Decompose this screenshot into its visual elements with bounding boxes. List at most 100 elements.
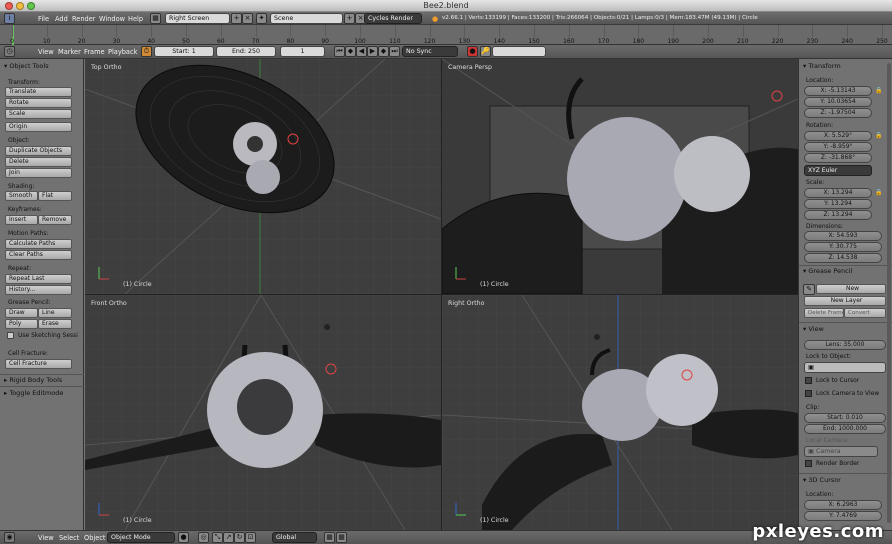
remove-keyframe-button[interactable]: Remove	[38, 215, 72, 225]
duplicate-objects-button[interactable]: Duplicate Objects	[5, 146, 72, 156]
end-frame-field[interactable]: End: 250	[216, 46, 276, 57]
menu-add[interactable]: Add	[55, 15, 68, 23]
scale-manipulator-icon[interactable]: ⊡	[245, 532, 256, 543]
lock-to-cursor-checkbox[interactable]	[805, 377, 812, 384]
rotation-x-field[interactable]: X: 5.529°	[804, 131, 872, 141]
scale-button[interactable]: Scale	[5, 109, 72, 119]
object-tools-header[interactable]: ▾ Object Tools	[4, 62, 49, 70]
pivot-point-icon[interactable]: ◎	[198, 532, 209, 543]
calculate-paths-button[interactable]: Calculate Paths	[5, 239, 72, 249]
grease-pencil-icon[interactable]: ✎	[803, 284, 815, 295]
keying-set-field[interactable]	[492, 46, 546, 57]
location-y-field[interactable]: Y: 10.03654	[804, 97, 872, 107]
delete-frame-button[interactable]: Delete Frame	[804, 308, 844, 318]
timeline-menu-frame[interactable]: Frame	[84, 48, 105, 56]
line-button[interactable]: Line	[38, 308, 72, 318]
rigid-body-tools-header[interactable]: ▸ Rigid Body Tools	[4, 376, 62, 384]
menu-help[interactable]: Help	[128, 15, 143, 23]
scale-z-field[interactable]: Z: 13.294	[804, 210, 872, 220]
cell-fracture-button[interactable]: Cell Fracture	[5, 359, 72, 369]
current-frame-field[interactable]: 1	[280, 46, 325, 57]
rotation-y-field[interactable]: Y: -8.959°	[804, 142, 872, 152]
translate-button[interactable]: Translate	[5, 87, 72, 97]
3d-cursor-panel-header[interactable]: ▾ 3D Cursor	[803, 476, 841, 484]
preview-range-icon[interactable]: ⏱	[141, 46, 152, 57]
clear-paths-button[interactable]: Clear Paths	[5, 250, 72, 260]
lock-object-field[interactable]: ▣	[804, 362, 886, 373]
location-z-field[interactable]: Z: -1.97504	[804, 108, 872, 118]
rotate-button[interactable]: Rotate	[5, 98, 72, 108]
erase-button[interactable]: Erase	[38, 319, 72, 329]
viewport-right-ortho[interactable]: Right Ortho (1) Circle	[442, 295, 798, 530]
manipulator-icon[interactable]: ⤡	[212, 532, 223, 543]
smooth-button[interactable]: Smooth	[5, 191, 38, 201]
timeline-editor-icon[interactable]: ◷	[4, 46, 15, 57]
toggle-editmode-header[interactable]: ▸ Toggle Editmode	[4, 389, 63, 397]
viewport-top-ortho[interactable]: Top Ortho (1) Circle	[85, 59, 441, 294]
timeline-menu-marker[interactable]: Marker	[58, 48, 81, 56]
rotation-mode-select[interactable]: XYZ Euler	[804, 165, 872, 176]
lock-camera-checkbox[interactable]	[805, 390, 812, 397]
record-icon[interactable]: ●	[467, 46, 478, 57]
screen-layout-field[interactable]: Right Screen	[165, 13, 230, 24]
repeat-last-button[interactable]: Repeat Last	[5, 274, 72, 284]
render-border-checkbox[interactable]	[805, 460, 812, 467]
render-engine-select[interactable]: Cycles Render	[364, 13, 422, 24]
jump-end-icon[interactable]: ⏭	[389, 46, 400, 57]
use-sketching-checkbox[interactable]	[7, 332, 14, 339]
scale-x-field[interactable]: X: 13.294	[804, 188, 872, 198]
next-keyframe-icon[interactable]: ◆	[378, 46, 389, 57]
prev-keyframe-icon[interactable]: ◆	[345, 46, 356, 57]
flat-button[interactable]: Flat	[38, 191, 72, 201]
dimension-y-field[interactable]: Y: 30.775	[804, 242, 882, 252]
rotate-manipulator-icon[interactable]: ↻	[234, 532, 245, 543]
sync-mode-select[interactable]: No Sync	[402, 46, 458, 57]
local-camera-field[interactable]: ▣ Camera	[804, 446, 878, 457]
lens-field[interactable]: Lens: 35.000	[804, 340, 886, 350]
add-scene-icon[interactable]: +	[344, 13, 355, 24]
play-icon[interactable]: ▶	[367, 46, 378, 57]
viewport-front-ortho[interactable]: Front Ortho (1) Circle	[85, 295, 441, 530]
info-editor-icon[interactable]: i	[4, 13, 15, 24]
start-frame-field[interactable]: Start: 1	[154, 46, 214, 57]
transform-orientation-select[interactable]: Global	[272, 532, 317, 543]
draw-button[interactable]: Draw	[5, 308, 38, 318]
rotation-z-field[interactable]: Z: -31.868°	[804, 153, 872, 163]
timeline-menu-playback[interactable]: Playback	[108, 48, 137, 56]
menu-view[interactable]: View	[38, 534, 54, 542]
lock-icon[interactable]: 🔒	[875, 132, 882, 139]
lock-icon[interactable]: 🔒	[875, 189, 882, 196]
dimension-x-field[interactable]: X: 54.593	[804, 231, 882, 241]
object-mode-select[interactable]: Object Mode	[107, 532, 175, 543]
clip-start-field[interactable]: Start: 0.010	[804, 413, 886, 423]
menu-object[interactable]: Object	[84, 534, 105, 542]
timeline-ruler[interactable]: 0 10 20 30 40 50 60 70 80 90 100 110 120 130 140 150 160…	[0, 25, 892, 45]
keying-set-icon[interactable]: 🔑	[480, 46, 491, 57]
view-panel-header[interactable]: ▾ View	[803, 325, 824, 333]
add-screen-icon[interactable]: +	[231, 13, 242, 24]
history-button[interactable]: History...	[5, 285, 72, 295]
menu-file[interactable]: File	[38, 15, 49, 23]
lock-icon[interactable]: 🔒	[875, 87, 882, 94]
delete-button[interactable]: Delete	[5, 157, 72, 167]
timeline-menu-view[interactable]: View	[38, 48, 54, 56]
menu-window[interactable]: Window	[99, 15, 125, 23]
screen-layout-icon[interactable]: ▦	[150, 13, 161, 24]
3d-view-editor-icon[interactable]: ◉	[4, 532, 15, 543]
translate-manipulator-icon[interactable]: ↗	[223, 532, 234, 543]
layers-icon[interactable]: ▦	[336, 532, 347, 543]
cursor-y-field[interactable]: Y: 7.4769	[804, 511, 882, 521]
convert-button[interactable]: Convert	[844, 308, 886, 318]
grease-pencil-panel-header[interactable]: ▾ Grease Pencil	[803, 267, 852, 275]
scene-field[interactable]: Scene	[270, 13, 343, 24]
delete-screen-icon[interactable]: ×	[242, 13, 253, 24]
menu-select[interactable]: Select	[59, 534, 79, 542]
menu-render[interactable]: Render	[72, 15, 95, 23]
clip-end-field[interactable]: End: 1000.000	[804, 424, 886, 434]
location-x-field[interactable]: X: -5.13143	[804, 86, 872, 96]
cursor-x-field[interactable]: X: 6.2963	[804, 500, 882, 510]
jump-start-icon[interactable]: ⏮	[334, 46, 345, 57]
new-layer-button[interactable]: New Layer	[804, 296, 886, 306]
join-button[interactable]: Join	[5, 168, 72, 178]
properties-scrollbar[interactable]	[887, 63, 891, 523]
